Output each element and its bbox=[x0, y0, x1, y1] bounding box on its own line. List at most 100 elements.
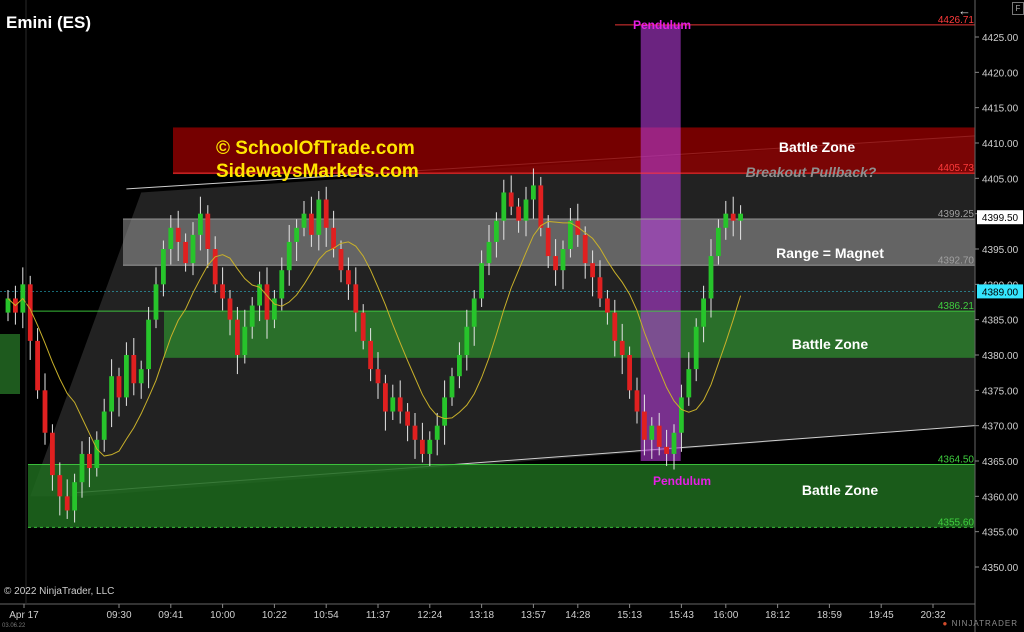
candle-body bbox=[316, 199, 322, 235]
level-label-4: 4386.21 bbox=[938, 301, 975, 312]
x-tick-label: 10:54 bbox=[314, 610, 339, 621]
candle-body bbox=[486, 241, 492, 264]
candle-body bbox=[279, 270, 285, 299]
annotation-pendulum-top: Pendulum bbox=[633, 18, 691, 32]
candle-body bbox=[397, 397, 403, 412]
candle-body bbox=[708, 256, 714, 299]
candle-body bbox=[124, 355, 129, 398]
candle-body bbox=[205, 213, 211, 249]
candle-body bbox=[116, 376, 122, 398]
candle-body bbox=[501, 192, 507, 221]
candle-body bbox=[161, 249, 166, 285]
candle-body bbox=[434, 425, 440, 440]
y-tick-label: 4375.00 bbox=[982, 386, 1019, 397]
candle-body bbox=[227, 298, 233, 320]
candle-body bbox=[301, 213, 307, 228]
candle-body bbox=[412, 425, 418, 440]
candle-body bbox=[57, 475, 63, 497]
candle-body bbox=[153, 284, 159, 320]
chart-title: Emini (ES) bbox=[6, 13, 92, 32]
x-tick-label: 11:37 bbox=[366, 610, 391, 621]
candle-body bbox=[649, 425, 655, 440]
candle-body bbox=[383, 383, 388, 412]
candle-body bbox=[353, 284, 359, 313]
candle-body bbox=[701, 298, 706, 327]
annotation-battle-zone-mid: Battle Zone bbox=[792, 336, 868, 352]
candle-body bbox=[597, 277, 603, 299]
candle-body bbox=[212, 249, 218, 285]
candle-body bbox=[390, 397, 396, 412]
candle-body bbox=[323, 199, 329, 228]
candle-body bbox=[634, 390, 640, 412]
candle-body bbox=[523, 199, 529, 221]
candle-body bbox=[168, 227, 174, 249]
y-tick-label: 4360.00 bbox=[982, 492, 1019, 503]
candle-body bbox=[508, 192, 514, 207]
candle-body bbox=[235, 319, 240, 355]
x-tick-label: 15:43 bbox=[669, 610, 694, 621]
annotation-site2: SidewaysMarkets.com bbox=[216, 161, 419, 182]
y-tick-label: 4365.00 bbox=[982, 457, 1019, 468]
annotation-breakout-pullback: Breakout Pullback? bbox=[746, 164, 877, 180]
candle-body bbox=[249, 305, 255, 327]
annotation-battle-zone-top: Battle Zone bbox=[779, 139, 855, 155]
candle-body bbox=[612, 312, 618, 341]
candle-body bbox=[545, 227, 551, 257]
level-label-3: 4392.70 bbox=[938, 255, 975, 266]
candle-body bbox=[220, 284, 225, 299]
level-label-1: 4405.73 bbox=[938, 163, 975, 174]
ninjatrader-logo-icon: ● bbox=[942, 619, 949, 628]
candle-body bbox=[375, 369, 381, 384]
candle-body bbox=[494, 220, 499, 242]
y-tick-label: 4370.00 bbox=[982, 422, 1019, 433]
candle-body bbox=[101, 411, 107, 440]
brand-name: NINJATRADER bbox=[951, 619, 1018, 628]
ninjatrader-logo: ● NINJATRADER bbox=[943, 619, 1019, 628]
float-window-icon[interactable]: F bbox=[1012, 2, 1024, 15]
left-zone-stub bbox=[0, 334, 20, 394]
candle-body bbox=[582, 234, 588, 264]
x-tick-label: 10:00 bbox=[210, 610, 235, 621]
annotation-battle-zone-low: Battle Zone bbox=[802, 482, 878, 498]
candle-body bbox=[368, 340, 373, 370]
candle-body bbox=[442, 397, 447, 426]
candle-body bbox=[138, 369, 144, 384]
candle-body bbox=[331, 227, 336, 249]
y-tick-label: 4380.00 bbox=[982, 351, 1019, 362]
candle-body bbox=[723, 213, 729, 228]
candle-body bbox=[427, 439, 433, 454]
x-tick-label: 15:13 bbox=[617, 610, 642, 621]
candle-body bbox=[338, 249, 344, 271]
candle-body bbox=[286, 241, 292, 271]
candle-body bbox=[50, 432, 55, 476]
back-arrow-icon[interactable]: ← bbox=[958, 3, 971, 18]
candle-body bbox=[64, 496, 70, 511]
x-tick-label: 10:22 bbox=[262, 610, 287, 621]
candle-body bbox=[449, 376, 455, 398]
level-label-2: 4399.25 bbox=[938, 209, 975, 220]
candle-body bbox=[605, 298, 610, 313]
x-tick-label: 19:45 bbox=[869, 610, 894, 621]
candle-body bbox=[190, 234, 196, 264]
candle-body bbox=[642, 411, 647, 440]
x-tick-label: Apr 17 bbox=[9, 610, 39, 621]
level-label-5: 4364.50 bbox=[938, 455, 975, 466]
y-tick-label: 4405.00 bbox=[982, 174, 1019, 185]
y-tick-label: 4420.00 bbox=[982, 68, 1019, 79]
candle-body bbox=[679, 397, 684, 433]
level-label-6: 4355.60 bbox=[938, 517, 975, 528]
y-tick-label: 4355.00 bbox=[982, 528, 1019, 539]
candle-body bbox=[405, 411, 410, 426]
y-tick-label: 4415.00 bbox=[982, 104, 1019, 115]
candle-body bbox=[553, 256, 558, 271]
y-tick-label: 4425.00 bbox=[982, 33, 1019, 44]
x-tick-label: 09:41 bbox=[158, 610, 183, 621]
candle-body bbox=[294, 227, 299, 242]
candle-body bbox=[360, 312, 366, 341]
candle-body bbox=[538, 185, 544, 228]
candle-body bbox=[457, 355, 462, 377]
date-stamp: 03.06.22 bbox=[2, 623, 26, 629]
price-chart[interactable]: 4426.714405.734399.254392.704386.214364.… bbox=[0, 0, 1024, 632]
candle-body bbox=[109, 376, 114, 412]
candle-body bbox=[686, 369, 692, 398]
